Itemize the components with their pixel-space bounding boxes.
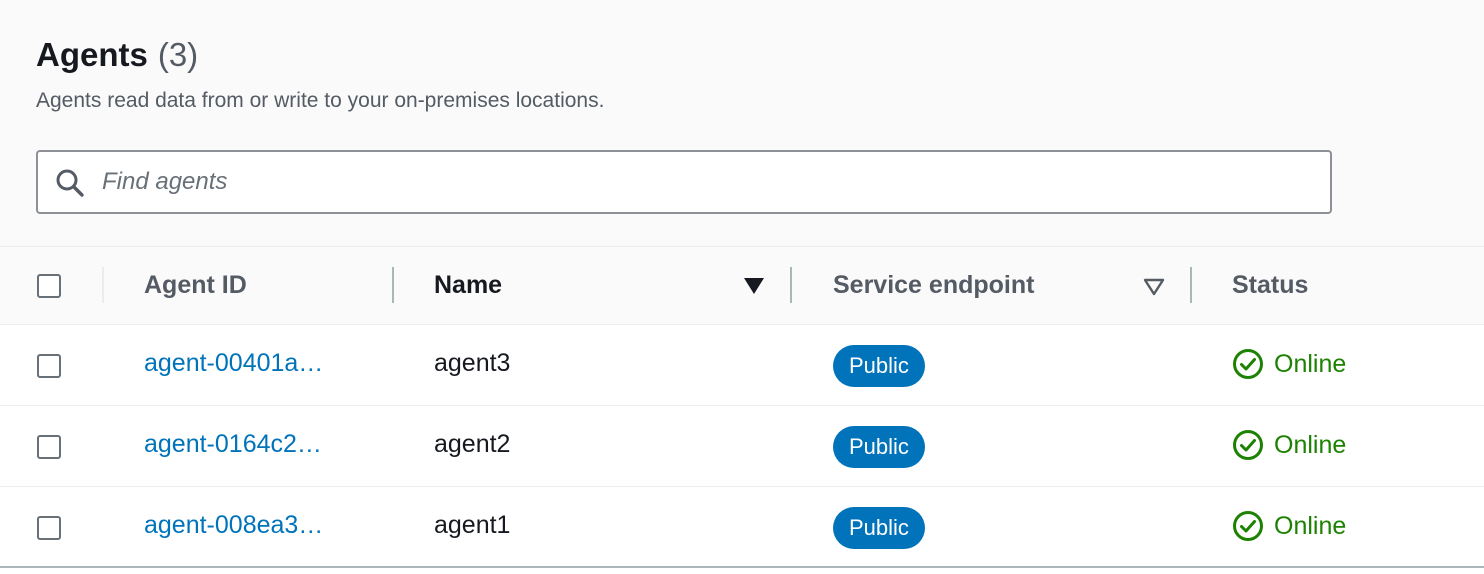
check-circle-icon bbox=[1233, 349, 1263, 379]
search-box[interactable] bbox=[36, 150, 1332, 214]
status-indicator: Online bbox=[1232, 428, 1346, 462]
header-section: Agents (3) Agents read data from or writ… bbox=[0, 0, 1484, 247]
column-resize-handle[interactable] bbox=[392, 267, 394, 303]
agent-id-link[interactable]: agent-00401a… bbox=[144, 349, 323, 378]
status-indicator: Online bbox=[1232, 347, 1346, 381]
column-divider bbox=[102, 267, 104, 303]
column-resize-handle[interactable] bbox=[1190, 267, 1192, 303]
status-indicator: Online bbox=[1232, 509, 1346, 543]
agent-count: (3) bbox=[157, 36, 199, 73]
sort-unsorted-icon[interactable] bbox=[1143, 278, 1165, 296]
column-resize-handle[interactable] bbox=[790, 267, 792, 303]
sort-descending-icon[interactable] bbox=[743, 277, 765, 295]
search-icon bbox=[56, 169, 84, 197]
status-label: Online bbox=[1274, 511, 1347, 540]
page-title: Agents bbox=[36, 36, 148, 73]
status-label: Online bbox=[1274, 430, 1347, 459]
status-label: Online bbox=[1274, 349, 1347, 378]
table-header: Agent ID Name Service endpoint Status bbox=[0, 247, 1484, 325]
service-endpoint-badge: Public bbox=[833, 426, 925, 468]
check-circle-icon bbox=[1233, 430, 1263, 460]
page-description: Agents read data from or write to your o… bbox=[36, 89, 605, 112]
agent-name: agent3 bbox=[434, 349, 511, 377]
row-checkbox[interactable] bbox=[37, 516, 61, 540]
agent-name: agent2 bbox=[434, 430, 511, 458]
table-row[interactable]: agent-008ea3… agent1 Public Online bbox=[0, 487, 1484, 568]
column-header-service-endpoint[interactable]: Service endpoint bbox=[833, 271, 1034, 300]
agent-id-link[interactable]: agent-0164c2… bbox=[144, 430, 322, 459]
column-header-name[interactable]: Name bbox=[434, 271, 502, 300]
column-header-agent-id: Agent ID bbox=[144, 271, 247, 299]
table-row[interactable]: agent-00401a… agent3 Public Online bbox=[0, 325, 1484, 406]
service-endpoint-badge: Public bbox=[833, 345, 925, 387]
table-row[interactable]: agent-0164c2… agent2 Public Online bbox=[0, 406, 1484, 487]
select-all-checkbox[interactable] bbox=[37, 274, 61, 298]
agent-id-link[interactable]: agent-008ea3… bbox=[144, 511, 323, 540]
agent-name: agent1 bbox=[434, 511, 511, 539]
check-circle-icon bbox=[1233, 511, 1263, 541]
title-row: Agents (3) bbox=[36, 36, 198, 78]
row-checkbox[interactable] bbox=[37, 354, 61, 378]
column-header-status: Status bbox=[1232, 271, 1309, 299]
search-input[interactable] bbox=[102, 162, 1302, 202]
row-checkbox[interactable] bbox=[37, 435, 61, 459]
service-endpoint-badge: Public bbox=[833, 507, 925, 549]
